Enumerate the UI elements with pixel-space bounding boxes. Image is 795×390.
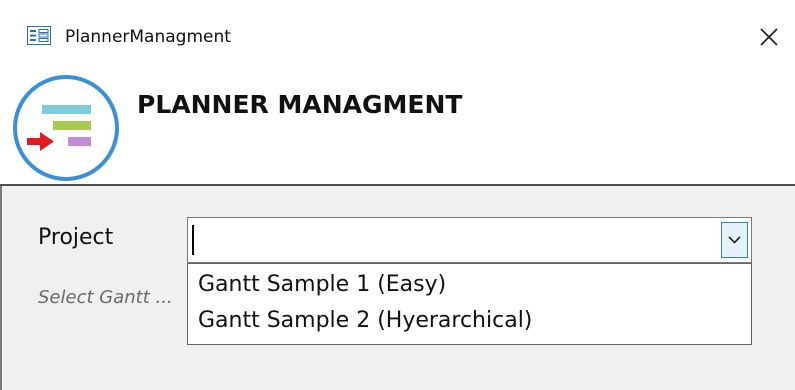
- dropdown-option-gantt-sample-2[interactable]: Gantt Sample 2 (Hyerarchical): [198, 306, 738, 336]
- combobox-dropdown-button[interactable]: [721, 222, 748, 258]
- planner-logo: [13, 75, 119, 181]
- project-dropdown-list: Gantt Sample 1 (Easy) Gantt Sample 2 (Hy…: [187, 263, 752, 345]
- project-label: Project: [38, 225, 114, 250]
- window-title: PlannerManagment: [65, 27, 231, 47]
- chevron-down-icon: [728, 236, 741, 244]
- form-icon: [27, 26, 51, 45]
- project-combobox[interactable]: [187, 217, 752, 263]
- form-left-border: [0, 186, 2, 390]
- title-bar: PlannerManagment: [0, 0, 795, 68]
- close-icon[interactable]: [756, 24, 782, 50]
- text-cursor: [192, 225, 194, 255]
- dropdown-option-gantt-sample-1[interactable]: Gantt Sample 1 (Easy): [198, 270, 738, 300]
- hint-text: Select Gantt ...: [38, 287, 173, 308]
- app-heading: PLANNER MANAGMENT: [137, 90, 463, 119]
